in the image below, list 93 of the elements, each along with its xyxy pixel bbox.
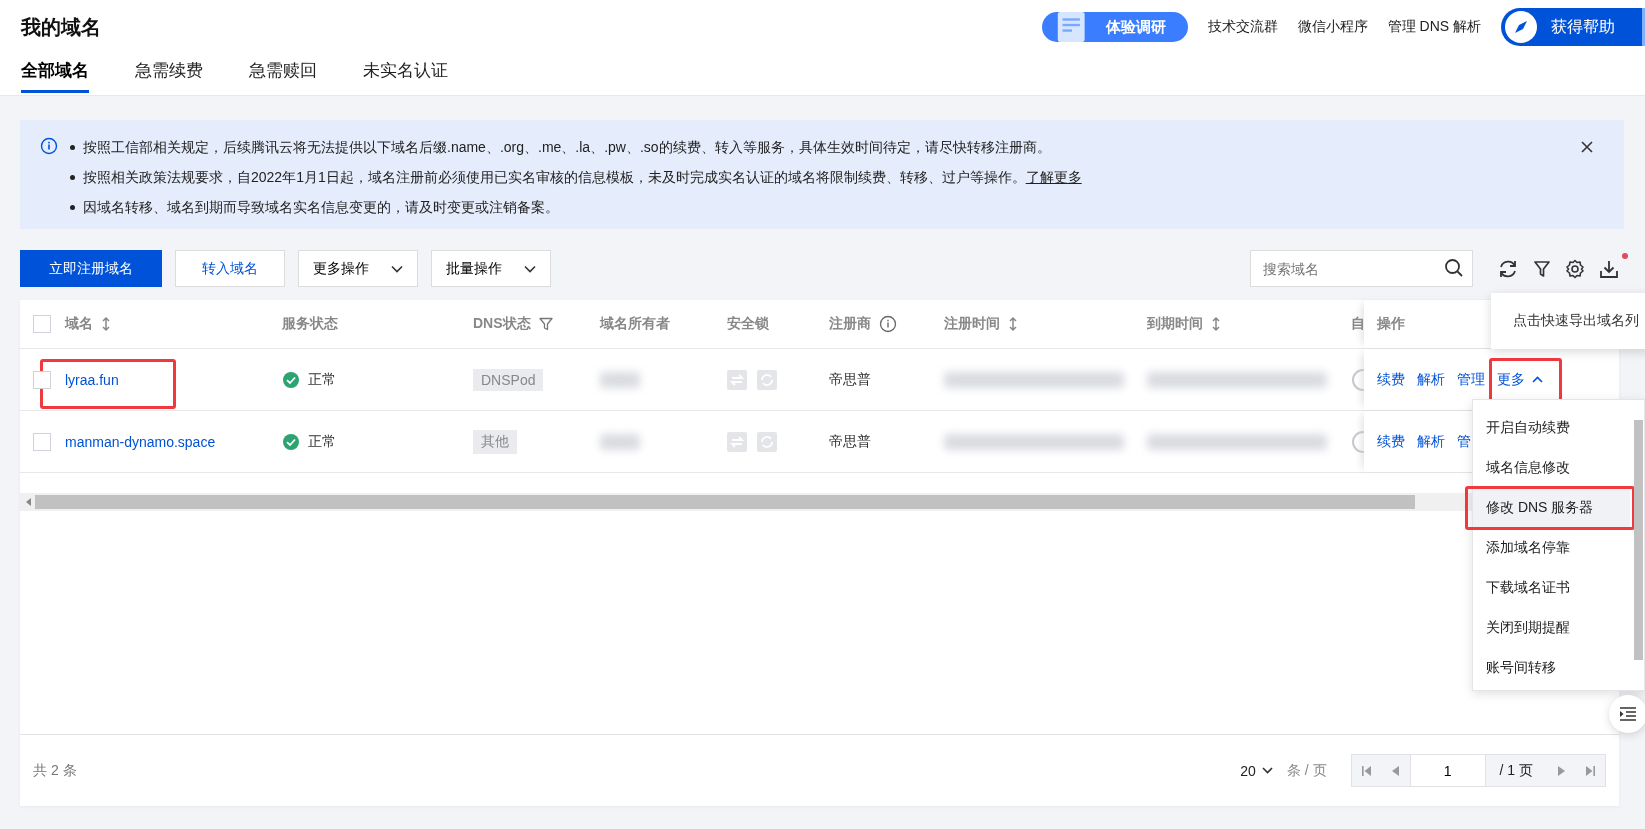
last-page-icon — [1586, 765, 1595, 776]
column-header: 安全锁 — [727, 315, 769, 333]
close-icon[interactable] — [1580, 140, 1594, 154]
tab[interactable]: 急需赎回 — [249, 59, 317, 93]
menu-item[interactable]: 账号间转移 — [1473, 648, 1630, 688]
page-size-unit: 条 / 页 — [1286, 761, 1327, 780]
column-header: 到期时间 — [1147, 315, 1203, 333]
document-icon — [1055, 12, 1088, 42]
page-title: 我的域名 — [21, 14, 101, 40]
action-link[interactable]: 解析 — [1417, 432, 1445, 451]
action-link[interactable]: 续费 — [1377, 370, 1405, 389]
total-count: 共 2 条 — [33, 761, 77, 780]
header-link[interactable]: 技术交流群 — [1207, 18, 1278, 36]
lock-icon — [727, 431, 747, 452]
redacted-block — [600, 371, 640, 388]
action-link[interactable]: 管理 — [1457, 370, 1485, 389]
settings-icon[interactable] — [1565, 258, 1585, 279]
domain-link[interactable]: manman-dynamo.space — [65, 433, 216, 450]
menu-item[interactable]: 关闭到期提醒 — [1473, 608, 1630, 648]
dns-tag: 其他 — [473, 429, 517, 454]
column-header: 自 — [1351, 315, 1364, 333]
search-icon — [1444, 258, 1464, 278]
help-button[interactable]: 获得帮助 — [1501, 8, 1645, 46]
menu-item[interactable]: 域名信息修改 — [1473, 448, 1630, 488]
chevron-down-icon — [524, 264, 536, 273]
page-input[interactable]: 1 — [1409, 755, 1486, 786]
column-header: 操作 — [1377, 315, 1405, 333]
compass-icon — [1503, 9, 1539, 45]
column-header: 域名 — [65, 315, 93, 333]
next-icon — [1558, 765, 1565, 776]
registrar-text: 帝思普 — [829, 432, 871, 451]
check-circle-icon — [282, 432, 300, 451]
action-link[interactable]: 续费 — [1377, 432, 1405, 451]
first-page-icon — [1361, 765, 1371, 776]
chevron-down-icon — [1261, 767, 1273, 774]
redacted-block — [600, 433, 640, 450]
register-domain-button[interactable]: 立即注册域名 — [20, 250, 162, 287]
lock-icon — [757, 431, 777, 452]
menu-item[interactable]: 修改 DNS 服务器 — [1473, 488, 1630, 528]
page-size-select[interactable]: 20 — [1234, 761, 1279, 780]
learn-more-link[interactable]: 了解更多 — [1025, 169, 1082, 185]
action-link[interactable]: 解析 — [1417, 370, 1445, 389]
info-icon — [40, 137, 58, 155]
transfer-in-button[interactable]: 转入域名 — [175, 250, 285, 287]
tab[interactable]: 急需续费 — [135, 59, 203, 93]
check-circle-icon — [282, 370, 300, 389]
tab[interactable]: 未实名认证 — [363, 59, 448, 93]
header-link[interactable]: 微信小程序 — [1297, 18, 1368, 36]
checkbox[interactable] — [33, 370, 51, 389]
page-count: / 1 页 — [1498, 761, 1534, 780]
notice-text: 按照工信部相关规定，后续腾讯云将无法提供以下域名后缀.name、.org、.me、.la、.pw、.so的续费、转入等服务，具体生效时间待定，请尽快转移注册商。 — [68, 132, 1570, 162]
notice-text: 因域名转移、域名到期而导致域名实名信息变更的，请及时变更或注销备案。 — [68, 192, 1570, 222]
menu-item[interactable]: 添加域名停靠 — [1473, 528, 1630, 568]
lock-icon — [757, 369, 777, 390]
dropdown-button[interactable]: 更多操作 — [298, 250, 418, 287]
horizontal-scrollbar[interactable] — [20, 493, 1472, 511]
column-header: 注册时间 — [944, 315, 1000, 333]
side-panel-button[interactable] — [1609, 695, 1645, 733]
tooltip-text: 点击快速导出域名列 — [1513, 312, 1639, 330]
sort-icon[interactable] — [101, 316, 111, 332]
more-menu-button[interactable]: 更多 — [1497, 370, 1543, 389]
download-icon[interactable] — [1599, 258, 1619, 279]
registrar-text: 帝思普 — [829, 370, 871, 389]
indent-list-icon — [1620, 707, 1636, 721]
lock-icon — [727, 369, 747, 390]
action-link[interactable]: 管 — [1457, 432, 1471, 451]
column-header: DNS状态 — [473, 315, 531, 333]
survey-button[interactable]: 体验调研 — [1041, 12, 1188, 42]
header-link[interactable]: 管理 DNS 解析 — [1387, 18, 1481, 36]
filter-icon[interactable] — [1533, 259, 1551, 278]
previous-icon — [1391, 765, 1399, 776]
sort-icon[interactable] — [1211, 316, 1221, 332]
status-text: 正常 — [308, 432, 336, 451]
chevron-down-icon — [391, 264, 403, 273]
checkbox[interactable] — [33, 315, 51, 333]
domain-link[interactable]: lyraa.fun — [65, 371, 119, 388]
scroll-left-icon — [26, 498, 31, 506]
checkbox[interactable] — [33, 432, 51, 451]
menu-item[interactable]: 开启自动续费 — [1473, 408, 1630, 448]
search-field[interactable]: 搜索域名 — [1250, 250, 1473, 287]
vertical-scrollbar[interactable] — [1634, 420, 1643, 660]
dropdown-button[interactable]: 批量操作 — [431, 250, 551, 287]
column-header: 注册商 — [829, 315, 871, 333]
chevron-up-icon — [1532, 376, 1543, 383]
tab[interactable]: 全部域名 — [21, 59, 89, 93]
status-text: 正常 — [308, 370, 336, 389]
dns-tag: DNSPod — [473, 368, 544, 391]
column-header: 服务状态 — [282, 315, 338, 333]
notice-text: 按照相关政策法规要求，自2022年1月1日起，域名注册前必须使用已实名审核的信息模板，未及时完成实名认证的域名将限制续费、转移、过户等操作。了解更多 — [68, 162, 1570, 192]
sort-icon[interactable] — [1008, 316, 1018, 332]
menu-item[interactable]: 下载域名证书 — [1473, 568, 1630, 608]
column-header: 域名所有者 — [600, 315, 670, 333]
info-icon[interactable] — [879, 315, 897, 333]
